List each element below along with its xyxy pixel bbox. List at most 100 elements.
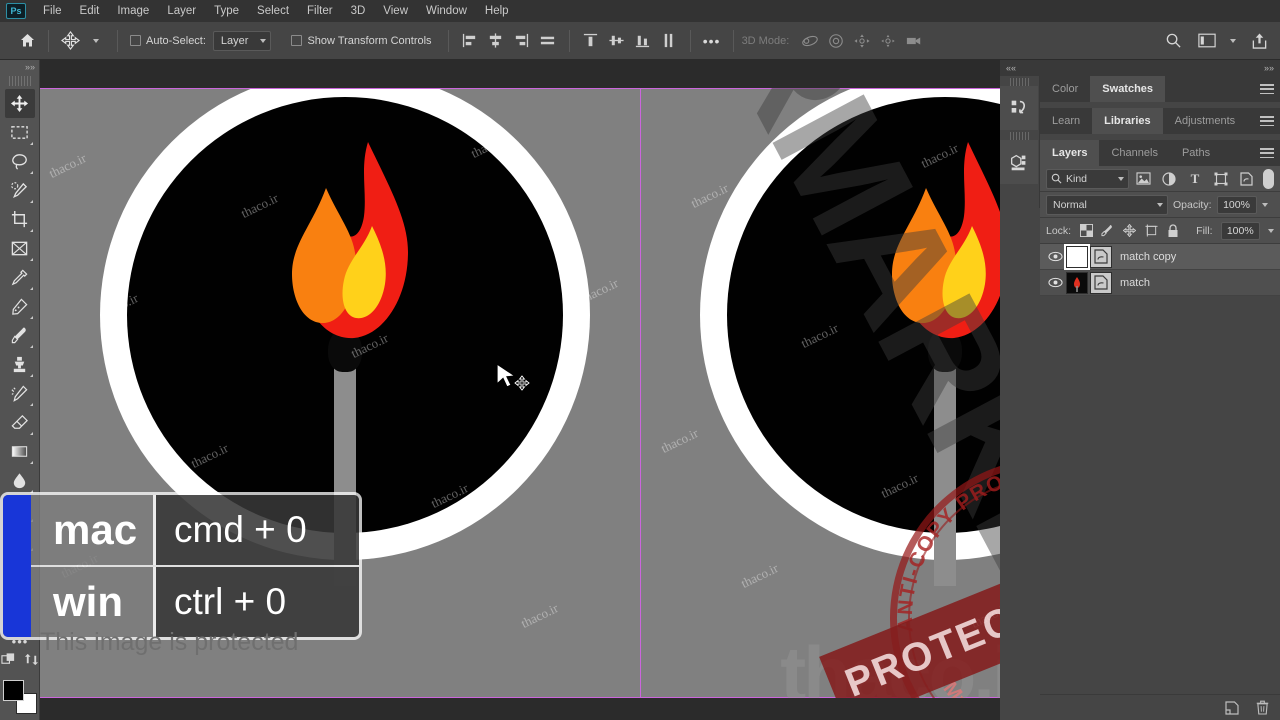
layer-name[interactable]: match: [1120, 277, 1150, 289]
menu-edit[interactable]: Edit: [71, 0, 109, 22]
menu-select[interactable]: Select: [248, 0, 298, 22]
history-brush-tool[interactable]: [5, 379, 35, 408]
lock-artboard-nesting-icon[interactable]: [1145, 223, 1159, 239]
menu-file[interactable]: File: [34, 0, 71, 22]
collapse-panels-icon[interactable]: ««: [1006, 63, 1016, 73]
roll-3d-icon[interactable]: [823, 28, 849, 54]
table-row[interactable]: match: [1040, 270, 1280, 296]
tab-channels[interactable]: Channels: [1099, 140, 1170, 166]
history-panel-icon[interactable]: [1000, 86, 1038, 130]
tab-color[interactable]: Color: [1040, 76, 1091, 102]
layer-filter-kind-dropdown[interactable]: Kind: [1046, 168, 1129, 189]
menu-layer[interactable]: Layer: [158, 0, 205, 22]
filter-pixel-icon[interactable]: [1133, 169, 1155, 189]
show-transform-checkbox-box[interactable]: [291, 35, 303, 46]
tools-drag-grip[interactable]: [8, 76, 31, 86]
layer-thumbnail[interactable]: [1066, 271, 1088, 294]
filter-smartobject-icon[interactable]: [1235, 169, 1257, 189]
delete-layer-icon[interactable]: [1254, 700, 1270, 716]
menu-window[interactable]: Window: [417, 0, 476, 22]
workspace-chevron-down-icon[interactable]: [1220, 28, 1246, 54]
layer-visibility-toggle[interactable]: [1044, 251, 1066, 262]
slide-3d-icon[interactable]: [875, 28, 901, 54]
layer-thumbnail-group[interactable]: [1066, 271, 1112, 294]
fill-value[interactable]: 100%: [1220, 221, 1260, 240]
menu-filter[interactable]: Filter: [298, 0, 342, 22]
move-tool-icon[interactable]: [57, 28, 83, 54]
tab-libraries[interactable]: Libraries: [1092, 108, 1163, 134]
opacity-chevron-down-icon[interactable]: [1261, 202, 1268, 207]
home-icon[interactable]: [14, 28, 40, 54]
menu-help[interactable]: Help: [476, 0, 518, 22]
camera-3d-icon[interactable]: [901, 28, 927, 54]
pan-3d-icon[interactable]: [849, 28, 875, 54]
filter-type-icon[interactable]: T: [1184, 169, 1206, 189]
menu-3d[interactable]: 3D: [342, 0, 375, 22]
tab-swatches[interactable]: Swatches: [1090, 76, 1166, 102]
align-right-edges-icon[interactable]: [509, 28, 535, 54]
align-bottom-edges-icon[interactable]: [630, 28, 656, 54]
quick-selection-tool[interactable]: [5, 176, 35, 205]
orbit-3d-icon[interactable]: [797, 28, 823, 54]
menu-view[interactable]: View: [374, 0, 417, 22]
color-panel-menu-icon[interactable]: [1260, 82, 1274, 96]
clone-stamp-tool[interactable]: [5, 350, 35, 379]
tab-paths[interactable]: Paths: [1169, 140, 1223, 166]
workspace-layout-icon[interactable]: [1194, 28, 1220, 54]
color-swatches[interactable]: [3, 680, 37, 714]
layer-thumbnail-group[interactable]: [1064, 243, 1112, 270]
frame-tool[interactable]: [5, 234, 35, 263]
tab-layers[interactable]: Layers: [1040, 140, 1100, 166]
crop-tool[interactable]: [5, 205, 35, 234]
lock-position-icon[interactable]: [1123, 223, 1137, 239]
layers-panel-menu-icon[interactable]: [1260, 146, 1274, 160]
show-transform-controls-checkbox[interactable]: Show Transform Controls: [291, 35, 432, 47]
auto-select-checkbox[interactable]: Auto-Select:: [130, 35, 206, 47]
screen-mode-icon[interactable]: [24, 652, 39, 672]
eraser-tool[interactable]: [5, 408, 35, 437]
foreground-color-swatch[interactable]: [3, 680, 24, 701]
menu-image[interactable]: Image: [108, 0, 158, 22]
opacity-value[interactable]: 100%: [1216, 195, 1257, 214]
layer-thumbnail[interactable]: [1064, 243, 1090, 270]
move-tool[interactable]: [4, 89, 35, 118]
guide-vertical[interactable]: [640, 88, 641, 698]
layer-visibility-toggle[interactable]: [1044, 277, 1066, 288]
auto-select-checkbox-box[interactable]: [130, 35, 141, 46]
filter-enable-toggle[interactable]: [1263, 168, 1274, 189]
guide-horizontal-top[interactable]: [40, 88, 1000, 89]
align-vertical-centers-icon[interactable]: [604, 28, 630, 54]
layer-name[interactable]: match copy: [1120, 251, 1176, 263]
distribute-vertical-icon[interactable]: [656, 28, 682, 54]
rail-drag-grip-2[interactable]: [1009, 132, 1030, 140]
lock-all-icon[interactable]: [1166, 223, 1180, 239]
quick-mask-icon[interactable]: [1, 652, 16, 672]
tools-expand-icon[interactable]: »»: [0, 60, 39, 74]
tool-preset-chevron-icon[interactable]: [83, 28, 109, 54]
fill-chevron-down-icon[interactable]: [1268, 228, 1274, 233]
more-options-button[interactable]: •••: [699, 28, 725, 54]
lock-transparent-pixels-icon[interactable]: [1079, 223, 1093, 239]
properties-3d-panel-icon[interactable]: [1000, 140, 1038, 184]
search-icon[interactable]: [1160, 28, 1186, 54]
guide-horizontal-bottom[interactable]: [40, 697, 1000, 698]
tab-adjustments[interactable]: Adjustments: [1162, 108, 1248, 134]
spot-healing-brush-tool[interactable]: [5, 292, 35, 321]
blur-tool[interactable]: [5, 466, 35, 495]
align-top-edges-icon[interactable]: [578, 28, 604, 54]
menu-type[interactable]: Type: [205, 0, 248, 22]
expand-panels-icon[interactable]: »»: [1264, 63, 1274, 73]
rail-drag-grip[interactable]: [1009, 78, 1030, 86]
blend-mode-dropdown[interactable]: Normal: [1046, 194, 1168, 215]
rectangular-marquee-tool[interactable]: [5, 118, 35, 147]
lasso-tool[interactable]: [5, 147, 35, 176]
share-export-icon[interactable]: [1246, 28, 1272, 54]
align-horizontal-centers-icon[interactable]: [483, 28, 509, 54]
new-layer-icon[interactable]: [1224, 700, 1240, 716]
auto-select-scope-dropdown[interactable]: Layer: [212, 30, 272, 51]
lock-image-pixels-icon[interactable]: [1101, 223, 1115, 239]
gradient-tool[interactable]: [5, 437, 35, 466]
brush-tool[interactable]: [5, 321, 35, 350]
filter-adjustment-icon[interactable]: [1159, 169, 1181, 189]
filter-shape-icon[interactable]: [1210, 169, 1232, 189]
